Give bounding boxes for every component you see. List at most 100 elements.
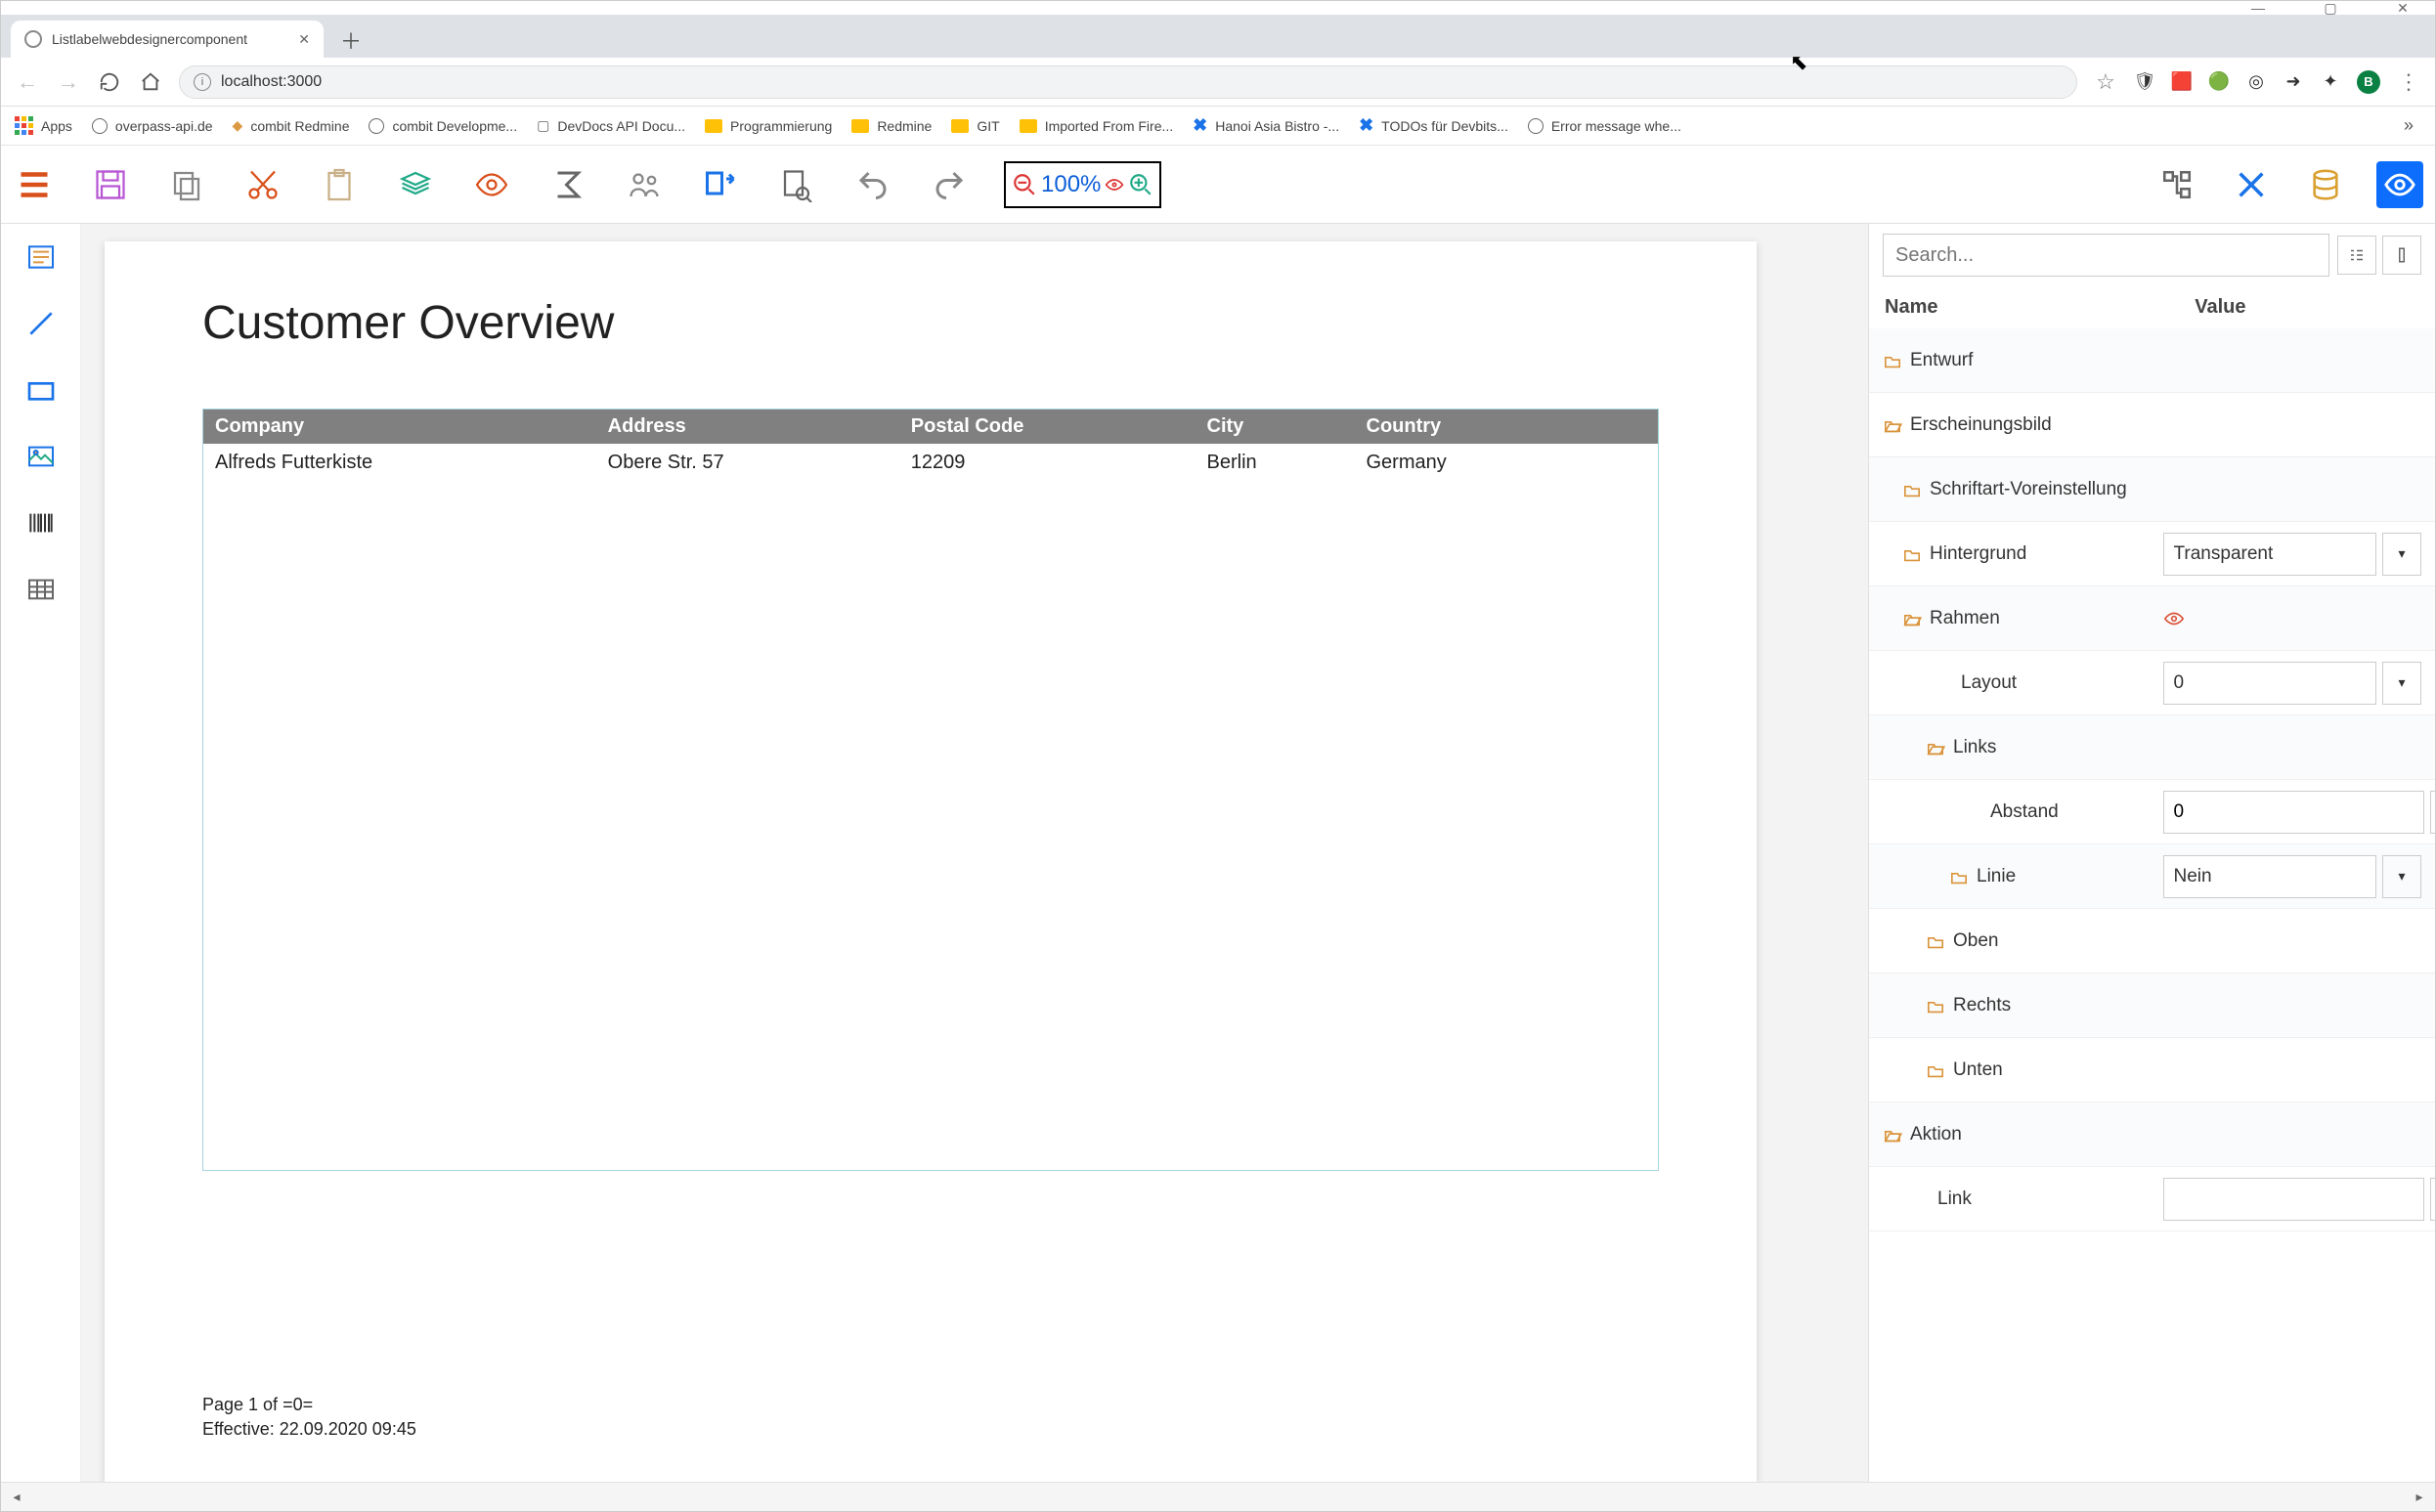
x-icon: ✖	[1193, 115, 1207, 136]
prop-label-text: Abstand	[1883, 801, 2059, 823]
horizontal-scrollbar[interactable]: ◂ ▸	[1, 1482, 2435, 1511]
search-page-icon[interactable]	[775, 163, 818, 206]
linie-select[interactable]: Nein	[2163, 855, 2376, 898]
prop-hintergrund[interactable]: Hintergrund Transparent ▾	[1869, 522, 2435, 586]
barcode-tool-icon[interactable]	[22, 503, 61, 542]
table-tool-icon[interactable]	[22, 570, 61, 609]
browser-menu-icon[interactable]: ⋮	[2396, 69, 2421, 95]
wand-icon[interactable]	[2430, 791, 2435, 834]
undo-icon[interactable]	[851, 163, 894, 206]
view-list-toggle[interactable]	[2337, 236, 2376, 275]
bookmark-apps[interactable]: Apps	[15, 116, 72, 135]
redo-icon[interactable]	[928, 163, 971, 206]
scroll-left-icon[interactable]: ◂	[5, 1486, 28, 1509]
tab-close-icon[interactable]: ✕	[298, 31, 310, 48]
save-icon[interactable]	[89, 163, 132, 206]
prop-schriftart[interactable]: Schriftart-Voreinstellung	[1869, 457, 2435, 522]
profile-avatar[interactable]: B	[2357, 70, 2380, 94]
bookmark-imported[interactable]: Imported From Fire...	[1020, 118, 1173, 134]
site-info-icon[interactable]: i	[194, 73, 211, 91]
sum-icon[interactable]	[546, 163, 589, 206]
prop-abstand[interactable]: Abstand	[1869, 780, 2435, 844]
preview-panel-icon[interactable]	[2376, 161, 2423, 208]
convert-icon[interactable]	[699, 163, 742, 206]
zoom-out-icon[interactable]	[1012, 172, 1037, 197]
prop-oben[interactable]: Oben	[1869, 909, 2435, 973]
prop-rahmen[interactable]: Rahmen	[1869, 586, 2435, 651]
bookmark-git[interactable]: GIT	[951, 118, 999, 134]
dropdown-icon[interactable]: ▾	[2382, 533, 2421, 576]
extensions-icon[interactable]: ✦	[2320, 71, 2341, 93]
prop-links[interactable]: Links	[1869, 715, 2435, 780]
view-compact-toggle[interactable]	[2382, 236, 2421, 275]
nav-reload-button[interactable]	[97, 69, 122, 95]
wand-icon[interactable]	[2430, 1178, 2435, 1221]
ext-google-icon[interactable]: ➜	[2283, 71, 2304, 93]
browser-tab[interactable]: Listlabelwebdesignercomponent ✕	[11, 21, 324, 58]
zoom-in-icon[interactable]	[1128, 172, 1153, 197]
bookmark-combit-redmine[interactable]: ◆combit Redmine	[233, 117, 350, 134]
image-tool-icon[interactable]	[22, 437, 61, 476]
tools-panel-icon[interactable]	[2228, 161, 2275, 208]
globe-icon	[1528, 118, 1544, 134]
bookmark-label: Redmine	[877, 118, 932, 134]
prop-label-text: Entwurf	[1910, 350, 1973, 371]
zoom-eye-icon[interactable]	[1105, 175, 1124, 194]
dropdown-icon[interactable]: ▾	[2382, 662, 2421, 705]
ext-circle-icon[interactable]: ◎	[2245, 71, 2267, 93]
bookmarks-overflow[interactable]: »	[2404, 115, 2421, 136]
bookmark-overpass[interactable]: overpass-api.de	[92, 118, 213, 134]
copy-icon[interactable]	[165, 163, 208, 206]
layers-icon[interactable]	[394, 163, 437, 206]
prop-aktion[interactable]: Aktion	[1869, 1102, 2435, 1167]
prop-entwurf[interactable]: Entwurf	[1869, 328, 2435, 393]
link-input[interactable]	[2163, 1178, 2424, 1221]
nav-home-button[interactable]	[138, 69, 163, 95]
bookmark-error[interactable]: Error message whe...	[1528, 118, 1681, 134]
nav-back-button[interactable]: ←	[15, 69, 40, 95]
ext-green-icon[interactable]: 🟢	[2208, 71, 2230, 93]
prop-erscheinungsbild[interactable]: Erscheinungsbild	[1869, 393, 2435, 457]
zoom-control[interactable]: 100%	[1004, 161, 1161, 208]
prop-rechts[interactable]: Rechts	[1869, 973, 2435, 1038]
line-tool-icon[interactable]	[22, 304, 61, 343]
tree-panel-icon[interactable]	[2153, 161, 2200, 208]
database-panel-icon[interactable]	[2302, 161, 2349, 208]
prop-linie[interactable]: Linie Nein ▾	[1869, 844, 2435, 909]
preview-icon[interactable]	[470, 163, 513, 206]
bookmark-star-icon[interactable]: ☆	[2093, 69, 2118, 95]
canvas-area[interactable]: Customer Overview Company Address Postal…	[81, 224, 1868, 1482]
bookmark-todos[interactable]: ✖TODOs für Devbits...	[1359, 115, 1508, 136]
eye-icon[interactable]	[2163, 608, 2185, 629]
app-toolbar: 100%	[1, 146, 2435, 224]
text-tool-icon[interactable]	[22, 238, 61, 277]
hintergrund-select[interactable]: Transparent	[2163, 533, 2376, 576]
bookmark-devdocs[interactable]: ▢DevDocs API Docu...	[537, 117, 685, 134]
bookmark-programmierung[interactable]: Programmierung	[705, 118, 832, 134]
dropdown-icon[interactable]: ▾	[2382, 855, 2421, 898]
abstand-input[interactable]	[2163, 791, 2424, 834]
ext-red-icon[interactable]: 🟥	[2171, 71, 2193, 93]
menu-icon[interactable]	[13, 163, 56, 206]
prop-layout[interactable]: Layout 0 ▾	[1869, 651, 2435, 715]
prop-unten[interactable]: Unten	[1869, 1038, 2435, 1102]
scroll-right-icon[interactable]: ▸	[2408, 1486, 2431, 1509]
prop-label-text: Schriftart-Voreinstellung	[1930, 479, 2127, 500]
report-table[interactable]: Company Address Postal Code City Country…	[202, 409, 1659, 1171]
prop-label-text: Link	[1883, 1188, 1972, 1210]
new-tab-button[interactable]: ＋	[333, 22, 369, 58]
paste-icon[interactable]	[318, 163, 361, 206]
prop-link[interactable]: Link	[1869, 1167, 2435, 1231]
nav-forward-button[interactable]: →	[56, 69, 81, 95]
layout-select[interactable]: 0	[2163, 662, 2376, 705]
ext-shield-icon[interactable]: 🛡	[2134, 71, 2155, 93]
prop-label-text: Links	[1953, 737, 1996, 758]
users-icon[interactable]	[623, 163, 666, 206]
bookmark-redmine[interactable]: Redmine	[851, 118, 932, 134]
cut-icon[interactable]	[241, 163, 284, 206]
cell-address: Obere Str. 57	[596, 444, 899, 482]
bookmark-combit-dev[interactable]: combit Developme...	[369, 118, 517, 134]
bookmark-hanoi[interactable]: ✖Hanoi Asia Bistro -...	[1193, 115, 1339, 136]
rectangle-tool-icon[interactable]	[22, 370, 61, 410]
search-input[interactable]	[1883, 234, 2329, 277]
